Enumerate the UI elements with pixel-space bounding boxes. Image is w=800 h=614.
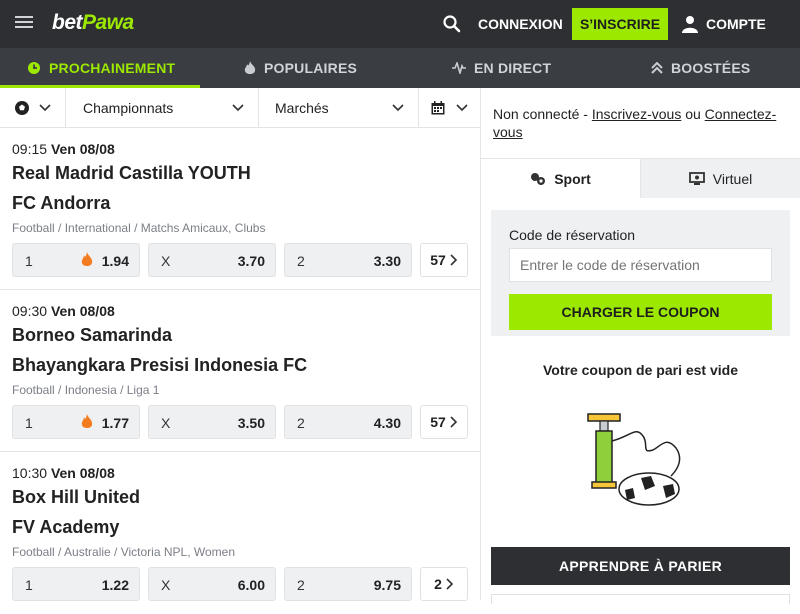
register-link[interactable]: Inscrivez-vous xyxy=(592,106,681,122)
account-label: COMPTE xyxy=(706,16,766,32)
load-coupon-button[interactable]: CHARGER LE COUPON xyxy=(509,294,772,330)
chevron-down-icon xyxy=(39,104,51,112)
search-icon[interactable] xyxy=(442,14,462,34)
clock-icon xyxy=(28,62,40,74)
booking-code-label: Code de réservation xyxy=(509,227,636,243)
events-list: 09:15 Ven 08/08 Real Madrid Castilla YOU… xyxy=(0,128,480,601)
odd-button-away[interactable]: 2 4.30 xyxy=(284,405,412,439)
sport-icon xyxy=(531,172,546,185)
chevron-down-icon xyxy=(456,104,468,112)
top-bar: betPawa CONNEXION S’INSCRIRE COMPTE xyxy=(0,0,800,48)
flame-icon xyxy=(81,252,93,266)
tab-upcoming[interactable]: PROCHAINEMENT xyxy=(27,48,175,88)
odd-button-draw[interactable]: X 6.00 xyxy=(148,567,276,601)
home-team: Borneo Samarinda xyxy=(12,325,173,345)
markets-filter[interactable]: Marchés xyxy=(259,88,419,128)
sport-nav-tabs: PROCHAINEMENT POPULAIRES EN DIRECT BOOST… xyxy=(0,48,800,88)
odd-button-home[interactable]: 1 1.77 xyxy=(12,405,140,439)
pulse-icon xyxy=(452,62,466,74)
home-team: Real Madrid Castilla YOUTH xyxy=(12,163,251,183)
away-team: Bhayangkara Presisi Indonesia FC xyxy=(12,355,308,375)
tab-boosted[interactable]: BOOSTÉES xyxy=(651,48,750,88)
event-datetime: 09:30 Ven 08/08 xyxy=(12,303,115,319)
chevron-right-icon xyxy=(450,254,457,266)
odd-button-home[interactable]: 1 1.22 xyxy=(12,567,140,601)
signup-button[interactable]: S’INSCRIRE xyxy=(572,8,668,40)
next-panel-edge xyxy=(491,594,790,604)
account-button[interactable]: COMPTE xyxy=(682,14,766,34)
odd-button-draw[interactable]: X 3.50 xyxy=(148,405,276,439)
calendar-icon xyxy=(431,101,445,115)
chevron-down-icon xyxy=(232,104,244,112)
soccer-ball-icon xyxy=(15,101,29,115)
monitor-icon xyxy=(688,171,705,185)
betslip-panel: Non connecté - Inscrivez-vous ou Connect… xyxy=(481,88,800,604)
deflated-ball-pump-icon xyxy=(587,413,681,506)
chevron-right-icon xyxy=(446,578,454,590)
odd-button-home[interactable]: 1 1.94 xyxy=(12,243,140,277)
learn-to-bet-button[interactable]: APPRENDRE À PARIER xyxy=(491,547,790,585)
sport-filter[interactable] xyxy=(0,88,66,128)
menu-icon[interactable] xyxy=(15,16,33,30)
event-category: Football / International / Matchs Amicau… xyxy=(12,221,266,235)
date-filter[interactable] xyxy=(419,88,480,128)
tab-virtual[interactable]: Virtuel xyxy=(640,159,800,198)
tab-sport[interactable]: Sport xyxy=(481,159,640,198)
filters-bar: Championnats Marchés xyxy=(0,88,480,128)
tab-popular[interactable]: POPULAIRES xyxy=(244,48,357,88)
betpawa-logo[interactable]: betPawa xyxy=(52,11,134,35)
tab-live[interactable]: EN DIRECT xyxy=(452,48,551,88)
odd-button-away[interactable]: 2 3.30 xyxy=(284,243,412,277)
event-card[interactable]: 09:30 Ven 08/08 Borneo Samarinda Bhayang… xyxy=(0,290,480,452)
booking-code-input[interactable] xyxy=(509,248,772,282)
championships-filter[interactable]: Championnats xyxy=(66,88,259,128)
booking-code-box: Code de réservation CHARGER LE COUPON xyxy=(491,210,790,336)
event-datetime: 09:15 Ven 08/08 xyxy=(12,141,115,157)
more-markets-button[interactable]: 2 xyxy=(420,567,468,601)
event-category: Football / Indonesia / Liga 1 xyxy=(12,383,160,397)
login-button[interactable]: CONNEXION xyxy=(478,16,563,32)
home-team: Box Hill United xyxy=(12,487,141,507)
event-card[interactable]: 10:30 Ven 08/08 Box Hill United FV Acade… xyxy=(0,452,480,614)
event-card[interactable]: 09:15 Ven 08/08 Real Madrid Castilla YOU… xyxy=(0,128,480,290)
empty-betslip-message: Votre coupon de pari est vide xyxy=(542,362,738,378)
chevron-down-icon xyxy=(392,104,404,112)
more-markets-button[interactable]: 57 xyxy=(420,243,468,277)
event-category: Football / Australie / Victoria NPL, Wom… xyxy=(12,545,235,559)
odd-button-away[interactable]: 2 9.75 xyxy=(284,567,412,601)
flame-icon xyxy=(244,60,256,74)
away-team: FV Academy xyxy=(12,517,120,537)
odd-button-draw[interactable]: X 3.70 xyxy=(148,243,276,277)
more-markets-button[interactable]: 57 xyxy=(420,405,468,439)
login-status: Non connecté - Inscrivez-vous ou Connect… xyxy=(493,106,777,140)
flame-icon xyxy=(81,414,93,428)
chevron-right-icon xyxy=(450,416,457,428)
event-datetime: 10:30 Ven 08/08 xyxy=(12,465,115,481)
away-team: FC Andorra xyxy=(12,193,111,213)
user-icon xyxy=(682,16,698,33)
betslip-tabs: Sport Virtuel xyxy=(481,158,800,198)
double-chevron-up-icon xyxy=(651,62,663,74)
